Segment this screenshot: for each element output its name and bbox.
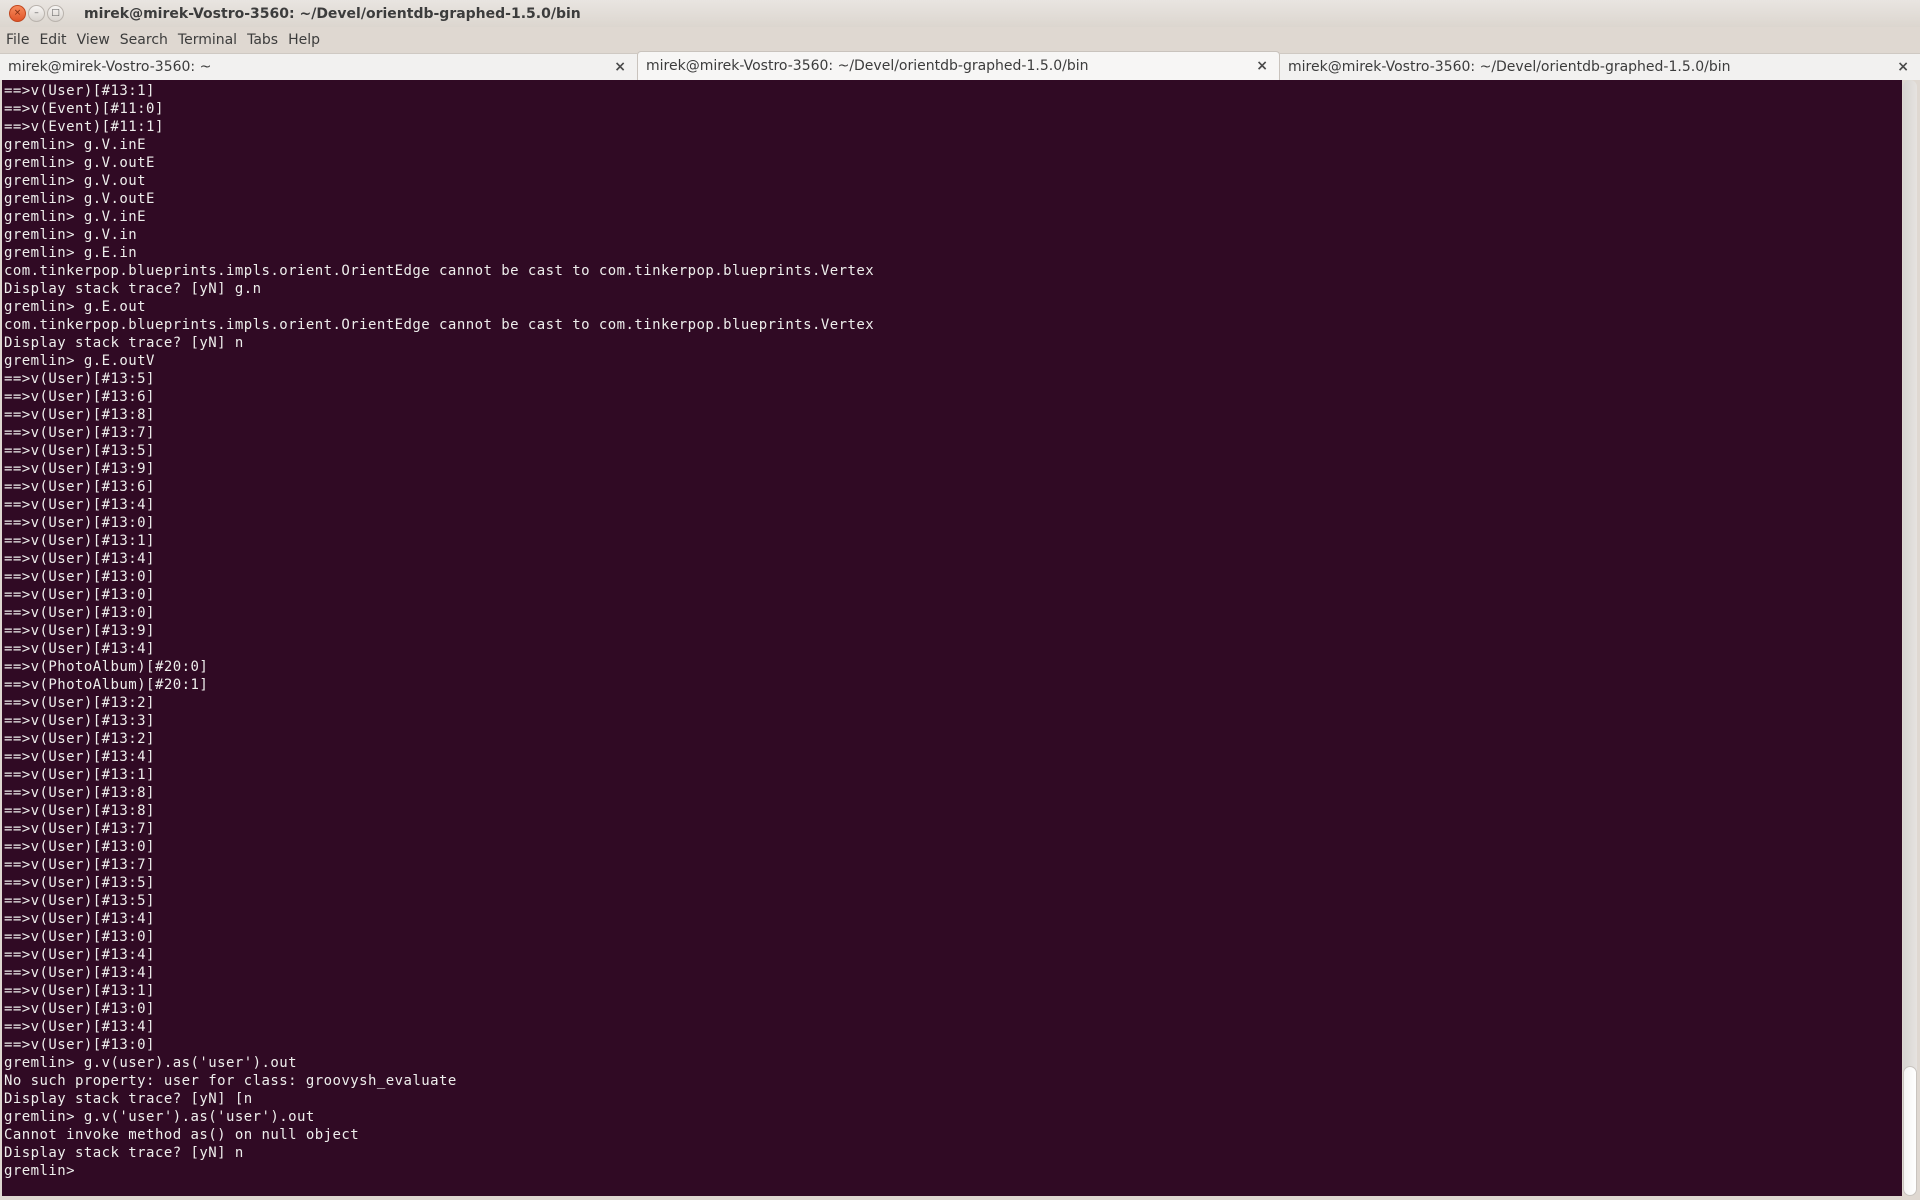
result-line: ==>v(User)[#13:0]	[4, 587, 155, 603]
result-line: ==>v(User)[#13:7]	[4, 857, 155, 873]
result-line: ==>v(User)[#13:3]	[4, 713, 155, 729]
result-line: ==>v(User)[#13:0]	[4, 515, 155, 531]
result-line: ==>v(User)[#13:8]	[4, 407, 155, 423]
prompt-line: gremlin> g.V.outE	[4, 191, 155, 207]
message-line: com.tinkerpop.blueprints.impls.orient.Or…	[4, 317, 875, 333]
prompt-line: gremlin> g.v('user').as('user').out	[4, 1109, 315, 1125]
result-line: ==>v(User)[#13:0]	[4, 605, 155, 621]
result-line: ==>v(User)[#13:2]	[4, 695, 155, 711]
terminal-output[interactable]: ==>v(User)[#13:1] ==>v(Event)[#11:0] ==>v(…	[2, 80, 1902, 1196]
result-line: ==>v(User)[#13:5]	[4, 875, 155, 891]
menu-bar: File Edit View Search Terminal Tabs Help	[0, 27, 1920, 52]
tab-label: mirek@mirek-Vostro-3560: ~	[8, 59, 212, 75]
result-line: ==>v(User)[#13:0]	[4, 1037, 155, 1053]
result-line: ==>v(User)[#13:4]	[4, 641, 155, 657]
close-icon: ×	[13, 8, 22, 18]
terminal-text: ==>v(User)[#13:1] ==>v(Event)[#11:0] ==>v(…	[2, 80, 1902, 1180]
prompt-line: gremlin>	[4, 1163, 84, 1179]
tab-orientdb-bin-active[interactable]: mirek@mirek-Vostro-3560: ~/Devel/orientd…	[637, 51, 1280, 80]
minimize-icon: –	[34, 8, 39, 18]
result-line: ==>v(Event)[#11:0]	[4, 101, 164, 117]
window-bottom-border	[0, 1196, 1920, 1200]
result-line: ==>v(Event)[#11:1]	[4, 119, 164, 135]
close-window-button[interactable]: ×	[9, 5, 26, 22]
result-line: ==>v(User)[#13:8]	[4, 803, 155, 819]
result-line: ==>v(User)[#13:1]	[4, 767, 155, 783]
window-title: mirek@mirek-Vostro-3560: ~/Devel/orientd…	[84, 5, 581, 22]
result-line: ==>v(User)[#13:4]	[4, 947, 155, 963]
message-line: Cannot invoke method as() on null object	[4, 1127, 360, 1143]
result-line: ==>v(User)[#13:9]	[4, 461, 155, 477]
minimize-window-button[interactable]: –	[28, 5, 45, 22]
result-line: ==>v(User)[#13:0]	[4, 929, 155, 945]
result-line: ==>v(User)[#13:8]	[4, 785, 155, 801]
result-line: ==>v(User)[#13:6]	[4, 479, 155, 495]
tab-close-icon[interactable]: ×	[1894, 59, 1912, 75]
result-line: ==>v(User)[#13:6]	[4, 389, 155, 405]
result-line: ==>v(User)[#13:2]	[4, 731, 155, 747]
message-line: Display stack trace? [yN] n	[4, 335, 244, 351]
prompt-line: gremlin> g.E.in	[4, 245, 138, 261]
terminal-scrollbar[interactable]	[1903, 80, 1917, 1196]
maximize-window-button[interactable]: □	[47, 5, 64, 22]
prompt-line: gremlin> g.V.in	[4, 227, 138, 243]
prompt-line: gremlin> g.V.inE	[4, 137, 147, 153]
menu-terminal[interactable]: Terminal	[174, 32, 241, 48]
menu-search[interactable]: Search	[116, 32, 172, 48]
window-controls: × – □	[9, 5, 64, 22]
result-line: ==>v(User)[#13:4]	[4, 1019, 155, 1035]
tab-bar: mirek@mirek-Vostro-3560: ~ × mirek@mirek…	[0, 51, 1920, 80]
result-line: ==>v(User)[#13:5]	[4, 893, 155, 909]
message-line: Display stack trace? [yN] n	[4, 1145, 244, 1161]
result-line: ==>v(User)[#13:5]	[4, 371, 155, 387]
tab-label: mirek@mirek-Vostro-3560: ~/Devel/orientd…	[1288, 59, 1731, 75]
tab-close-icon[interactable]: ×	[611, 59, 629, 75]
scrollbar-thumb[interactable]	[1903, 1066, 1917, 1196]
prompt-line: gremlin> g.V.inE	[4, 209, 147, 225]
maximize-icon: □	[51, 8, 60, 18]
prompt-line: gremlin> g.V.outE	[4, 155, 155, 171]
result-line: ==>v(User)[#13:7]	[4, 425, 155, 441]
menu-help[interactable]: Help	[284, 32, 324, 48]
menu-file[interactable]: File	[2, 32, 33, 48]
result-line: ==>v(User)[#13:7]	[4, 821, 155, 837]
tab-orientdb-bin[interactable]: mirek@mirek-Vostro-3560: ~/Devel/orientd…	[1280, 53, 1920, 80]
tab-label: mirek@mirek-Vostro-3560: ~/Devel/orientd…	[646, 58, 1089, 74]
menu-view[interactable]: View	[73, 32, 114, 48]
menu-tabs[interactable]: Tabs	[243, 32, 282, 48]
result-line: ==>v(User)[#13:0]	[4, 569, 155, 585]
result-line: ==>v(PhotoAlbum)[#20:1]	[4, 677, 209, 693]
result-line: ==>v(User)[#13:4]	[4, 965, 155, 981]
result-line: ==>v(User)[#13:4]	[4, 911, 155, 927]
message-line: Display stack trace? [yN] [n	[4, 1091, 253, 1107]
prompt-line: gremlin> g.E.out	[4, 299, 147, 315]
result-line: ==>v(User)[#13:4]	[4, 749, 155, 765]
result-line: ==>v(User)[#13:4]	[4, 497, 155, 513]
menu-edit[interactable]: Edit	[35, 32, 70, 48]
tab-home[interactable]: mirek@mirek-Vostro-3560: ~ ×	[0, 53, 637, 80]
prompt-line: gremlin> g.E.outV	[4, 353, 155, 369]
result-line: ==>v(User)[#13:9]	[4, 623, 155, 639]
result-line: ==>v(PhotoAlbum)[#20:0]	[4, 659, 209, 675]
result-line: ==>v(User)[#13:1]	[4, 533, 155, 549]
message-line: Display stack trace? [yN] g.n	[4, 281, 262, 297]
result-line: ==>v(User)[#13:4]	[4, 551, 155, 567]
tab-close-icon[interactable]: ×	[1253, 58, 1271, 74]
prompt-line: gremlin> g.v(user).as('user').out	[4, 1055, 297, 1071]
result-line: ==>v(User)[#13:1]	[4, 983, 155, 999]
prompt-line: gremlin> g.V.out	[4, 173, 147, 189]
result-line: ==>v(User)[#13:5]	[4, 443, 155, 459]
result-line: ==>v(User)[#13:1]	[4, 83, 155, 99]
result-line: ==>v(User)[#13:0]	[4, 1001, 155, 1017]
message-line: No such property: user for class: groovy…	[4, 1073, 457, 1089]
window-titlebar: × – □ mirek@mirek-Vostro-3560: ~/Devel/o…	[0, 0, 1920, 27]
message-line: com.tinkerpop.blueprints.impls.orient.Or…	[4, 263, 875, 279]
result-line: ==>v(User)[#13:0]	[4, 839, 155, 855]
